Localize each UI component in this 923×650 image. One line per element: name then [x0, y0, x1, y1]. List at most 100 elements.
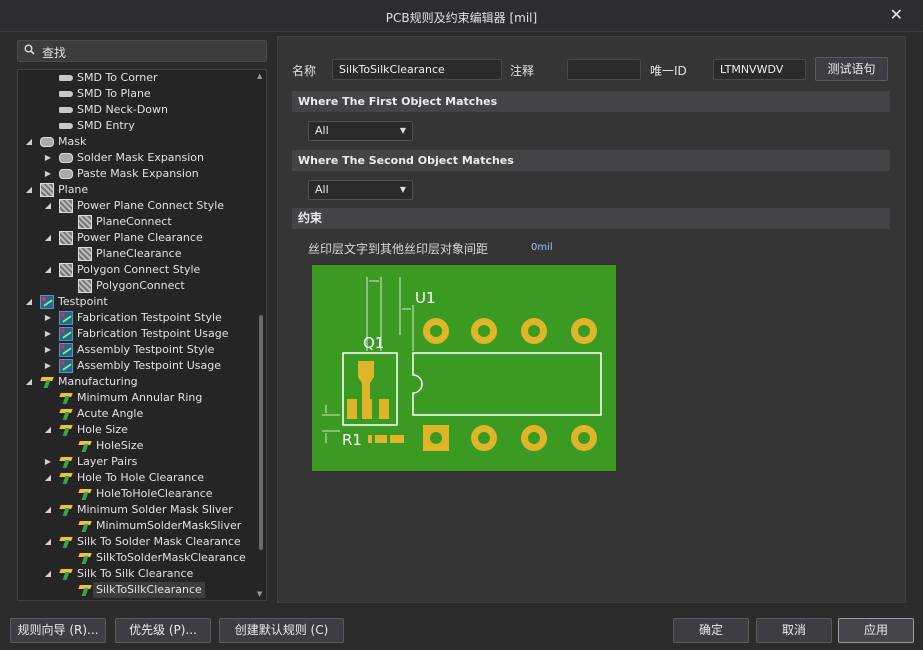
testpoint-icon	[40, 295, 54, 309]
tree-item-label: MinimumSolderMaskSliver	[96, 519, 242, 532]
second-object-dropdown[interactable]: All ▼	[308, 180, 413, 200]
manufacturing-icon	[40, 375, 54, 389]
tree-item-label: SMD Entry	[77, 119, 135, 132]
collapse-arrow-icon[interactable]: ◢	[43, 566, 53, 582]
search-input[interactable]: 查找	[17, 40, 267, 62]
expand-arrow-icon[interactable]: ▶	[43, 166, 53, 182]
rule-tree[interactable]: ▲ ▼ SMD To Corner SMD To Plane SMD Neck-Do…	[17, 69, 267, 601]
collapse-arrow-icon[interactable]: ◢	[24, 134, 34, 150]
rule-tree-panel: 查找 ▲ ▼ SMD To Corner SMD To Plane SMD Neck…	[10, 36, 270, 603]
constraints-header: 约束	[292, 208, 890, 229]
tree-item-label: Power Plane Connect Style	[77, 199, 225, 212]
tree-item-label: Acute Angle	[77, 407, 144, 420]
collapse-arrow-icon[interactable]: ◢	[43, 262, 53, 278]
collapse-arrow-icon[interactable]: ◢	[24, 182, 34, 198]
manufacturing-icon	[59, 391, 73, 405]
testpoint-icon	[59, 359, 73, 373]
smd-icon	[59, 123, 73, 129]
manufacturing-icon	[78, 551, 92, 565]
mask-icon	[40, 137, 54, 147]
smd-icon	[59, 107, 73, 113]
collapse-arrow-icon[interactable]: ◢	[24, 294, 34, 310]
tree-item-label: Assembly Testpoint Usage	[77, 359, 221, 372]
tree-item-label: SilkToSilkClearance	[93, 582, 205, 598]
collapse-arrow-icon[interactable]: ◢	[43, 230, 53, 246]
testpoint-icon	[59, 311, 73, 325]
priorities-button[interactable]: 优先级 (P)...	[115, 618, 211, 643]
silk-clearance-diagram: U1 Q1 R1	[312, 265, 616, 471]
smd-icon	[59, 75, 73, 81]
create-default-rules-button[interactable]: 创建默认规则 (C)	[219, 618, 344, 643]
collapse-arrow-icon[interactable]: ◢	[43, 534, 53, 550]
manufacturing-icon	[59, 407, 73, 421]
comment-field[interactable]	[567, 59, 641, 80]
scrollbar-thumb[interactable]	[259, 315, 263, 550]
manufacturing-icon	[59, 423, 73, 437]
unique-id-label: 唯一ID	[650, 64, 687, 78]
collapse-arrow-icon[interactable]: ◢	[43, 470, 53, 486]
scroll-down-icon[interactable]: ▼	[257, 590, 262, 598]
manufacturing-icon	[59, 503, 73, 517]
unique-id-field[interactable]: LTMNVWDV	[713, 59, 806, 80]
collapse-arrow-icon[interactable]: ◢	[43, 198, 53, 214]
title-bar: PCB规则及约束编辑器 [mil] ✕	[0, 0, 923, 32]
manufacturing-icon	[59, 535, 73, 549]
constraint-label: 丝印层文字到其他丝印层对象间距	[308, 242, 489, 256]
second-object-header: Where The Second Object Matches	[292, 150, 890, 171]
expand-arrow-icon[interactable]: ▶	[43, 310, 53, 326]
tree-item-label: Mask	[58, 135, 87, 148]
name-field[interactable]: SilkToSilkClearance	[332, 59, 502, 80]
plane-icon	[59, 231, 73, 245]
mask-icon	[59, 169, 73, 179]
tree-item-label: Assembly Testpoint Style	[77, 343, 215, 356]
manufacturing-icon	[59, 471, 73, 485]
expand-arrow-icon[interactable]: ▶	[43, 342, 53, 358]
manufacturing-icon	[59, 567, 73, 581]
tree-item-label: Silk To Solder Mask Clearance	[77, 535, 241, 548]
u1-designator: U1	[415, 289, 436, 307]
rule-editor-panel: 名称 SilkToSilkClearance 注释 唯一ID LTMNVWDV …	[277, 36, 906, 603]
plane-icon	[78, 279, 92, 293]
cancel-button[interactable]: 取消	[756, 618, 832, 643]
tree-item-label: Polygon Connect Style	[77, 263, 201, 276]
manufacturing-icon	[78, 487, 92, 501]
collapse-arrow-icon[interactable]: ◢	[43, 502, 53, 518]
collapse-arrow-icon[interactable]: ◢	[24, 374, 34, 390]
tree-item-label: Fabrication Testpoint Style	[77, 311, 222, 324]
tree-scrollbar[interactable]: ▲ ▼	[256, 70, 266, 600]
tree-item-label: Solder Mask Expansion	[77, 151, 205, 164]
tree-item-label: SMD To Plane	[77, 87, 151, 100]
expand-arrow-icon[interactable]: ▶	[43, 358, 53, 374]
tree-item-label: PolygonConnect	[96, 279, 185, 292]
first-object-dropdown[interactable]: All ▼	[308, 121, 413, 141]
tree-item-label: Hole To Hole Clearance	[77, 471, 205, 484]
plane-icon	[59, 199, 73, 213]
expand-arrow-icon[interactable]: ▶	[43, 326, 53, 342]
tree-item-label: PlaneConnect	[96, 215, 172, 228]
tree-item-label: Fabrication Testpoint Usage	[77, 327, 229, 340]
ok-button[interactable]: 确定	[673, 618, 749, 643]
tree-item-label: Testpoint	[58, 295, 108, 308]
tree-item-label: PlaneClearance	[96, 247, 182, 260]
close-icon[interactable]: ✕	[890, 5, 903, 24]
collapse-arrow-icon[interactable]: ◢	[43, 422, 53, 438]
test-query-button[interactable]: 测试语句	[815, 57, 888, 81]
testpoint-icon	[59, 327, 73, 341]
second-object-dropdown-value: All	[315, 183, 329, 196]
clearance-value[interactable]: 0mil	[531, 242, 553, 253]
scroll-up-icon[interactable]: ▲	[257, 72, 262, 80]
tree-item-label: SMD Neck-Down	[77, 103, 168, 116]
plane-icon	[59, 263, 73, 277]
tree-item-label: Hole Size	[77, 423, 128, 436]
mask-icon	[59, 153, 73, 163]
rule-wizard-button[interactable]: 规则向导 (R)...	[10, 618, 106, 643]
tree-item-label: Minimum Solder Mask Sliver	[77, 503, 233, 516]
search-icon	[24, 44, 35, 58]
first-object-dropdown-value: All	[315, 124, 329, 137]
q1-designator: Q1	[363, 334, 384, 352]
tree-item-label: Manufacturing	[58, 375, 138, 388]
apply-button[interactable]: 应用	[838, 618, 914, 643]
expand-arrow-icon[interactable]: ▶	[43, 454, 53, 470]
tree-item-label: Minimum Annular Ring	[77, 391, 203, 404]
expand-arrow-icon[interactable]: ▶	[43, 150, 53, 166]
